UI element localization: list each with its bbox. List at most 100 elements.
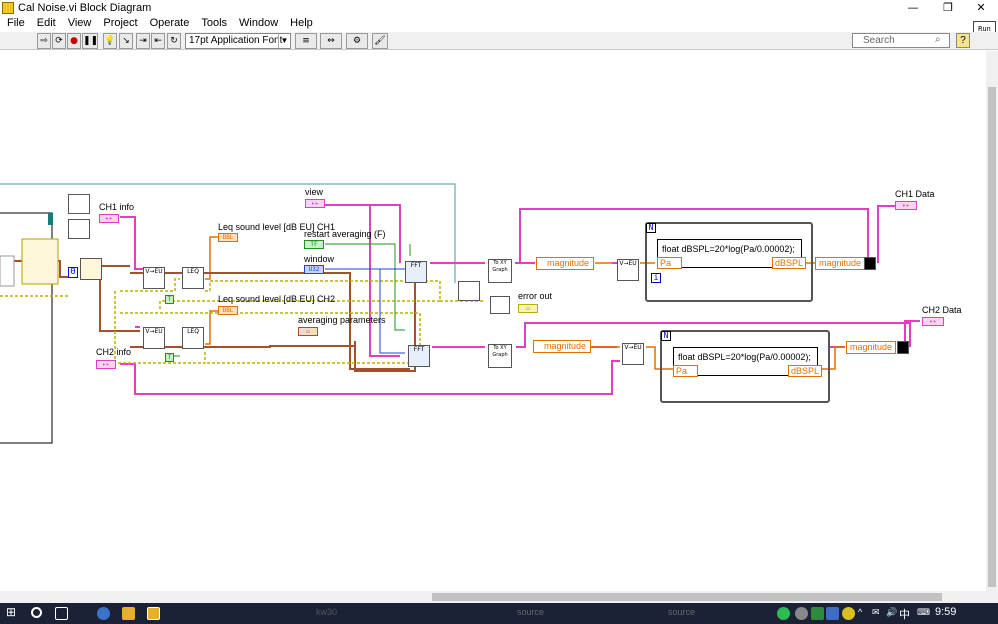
tray-yellow-icon[interactable] <box>842 607 855 620</box>
view-terminal[interactable]: ▸▸ <box>305 199 325 208</box>
leq-ch2-label: Leq sound level [dB EU] CH2 <box>218 294 336 304</box>
restart-averaging-label: restart averaging (F) <box>304 229 386 239</box>
menu-view[interactable]: View <box>62 16 98 29</box>
menu-edit[interactable]: Edit <box>31 16 62 29</box>
formula-text-ch1: float dBSPL=20*log(Pa/0.00002); <box>662 244 795 254</box>
true-constant-ch1[interactable]: T <box>165 295 174 304</box>
toolbar: ⇨ ⟳ ● ❚❚ 💡 ↘ ⇥ ⇤ ↻ 17pt Application Font… <box>0 32 998 50</box>
averaging-parameters-terminal[interactable]: ▭ <box>298 327 318 336</box>
highlight-execution-icon[interactable]: 💡 <box>103 33 117 49</box>
menu-project[interactable]: Project <box>97 16 143 29</box>
window-terminal[interactable]: U32 <box>304 265 324 274</box>
bundle-ch1-node[interactable] <box>864 257 876 270</box>
magnitude-unbundle-ch1[interactable]: magnitude <box>536 257 594 270</box>
tray-blue-icon[interactable] <box>826 607 839 620</box>
fft-node-ch2[interactable]: FFT <box>408 345 430 367</box>
block-diagram-canvas[interactable]: 0 CH1 info ▸▸ CH2 info ▸▸ V→EU LEQ V→EU … <box>0 51 986 591</box>
v-to-eu-node-ch2[interactable]: V→EU <box>143 327 165 349</box>
abort-icon[interactable]: ● <box>67 33 81 49</box>
notification-icon[interactable]: ⌨ <box>917 607 930 618</box>
menu-tools[interactable]: Tools <box>195 16 233 29</box>
search-icon[interactable]: ⌕ <box>935 33 949 48</box>
wechat-icon[interactable] <box>777 607 790 620</box>
formula-output-dbspl-ch2[interactable]: dBSPL <box>788 365 823 377</box>
tray-shield-icon[interactable] <box>811 607 824 620</box>
distribute-objects-icon[interactable]: ⇔ <box>320 33 342 49</box>
vertical-scroll-thumb[interactable] <box>988 87 996 587</box>
taskbar-clock[interactable]: 9:59 <box>935 606 956 618</box>
leq-node-ch2[interactable]: LEQ <box>182 327 204 349</box>
true-constant-ch2[interactable]: T <box>165 353 174 362</box>
run-arrow-icon[interactable]: ⇨ <box>37 33 51 49</box>
cluster-unbundle-ch2[interactable] <box>68 219 90 239</box>
averaging-parameters-label: averaging parameters <box>298 315 386 325</box>
formula-node-ch2[interactable]: float dBSPL=20*log(Pa/0.00002); Pa dBSPL <box>673 347 823 377</box>
menu-window[interactable]: Window <box>233 16 284 29</box>
horizontal-scroll-thumb[interactable] <box>432 593 942 601</box>
help-button[interactable]: ? <box>956 33 970 48</box>
labview-taskbar-icon[interactable] <box>122 607 135 620</box>
menu-file[interactable]: File <box>0 16 31 29</box>
to-xy-graph-ch1[interactable]: To XY Graph <box>488 259 512 283</box>
fft-node-ch1[interactable]: FFT <box>405 261 427 283</box>
ch2-data-indicator[interactable]: ▸▸ <box>922 317 944 326</box>
vertical-scrollbar[interactable] <box>986 51 998 591</box>
volume-icon[interactable]: 🔊 <box>886 607 897 618</box>
reorder-icon[interactable]: ⚙ <box>346 33 368 49</box>
restore-button[interactable]: ❐ <box>933 0 963 16</box>
font-selector[interactable]: 17pt Application Font ▼ <box>185 33 291 49</box>
taskbar-item-2: source <box>668 607 696 617</box>
ch1-info-terminal[interactable]: ▸▸ <box>99 214 119 223</box>
pause-icon[interactable]: ❚❚ <box>82 33 98 49</box>
to-xy-graph-ch2[interactable]: To XY Graph <box>488 344 512 368</box>
close-button[interactable]: ✕ <box>966 0 996 16</box>
magnitude-bundle-ch2[interactable]: magnitude <box>846 341 896 354</box>
retain-wire-values-icon[interactable]: ↘ <box>119 33 133 49</box>
magnitude-unbundle-ch2[interactable]: magnitude <box>533 340 591 353</box>
eu-convert-node-ch2[interactable]: V→EU <box>622 343 644 365</box>
step-into-icon[interactable]: ⇥ <box>136 33 150 49</box>
labview-diagram-taskbar-icon[interactable] <box>147 607 160 620</box>
bundle-ch2-node[interactable] <box>897 341 909 354</box>
tray-app-icon[interactable] <box>795 607 808 620</box>
menu-operate[interactable]: Operate <box>144 16 196 29</box>
v-to-eu-node-ch1[interactable]: V→EU <box>143 267 165 289</box>
search-circle-icon[interactable] <box>31 607 42 618</box>
build-cluster-node[interactable] <box>80 258 102 280</box>
magnitude-bundle-ch1[interactable]: magnitude <box>815 257 865 270</box>
numeric-constant-zero[interactable]: 0 <box>68 267 78 278</box>
error-unbundle-node[interactable] <box>458 281 480 301</box>
leq-ch1-indicator[interactable]: DBL <box>218 233 238 242</box>
windows-start-icon[interactable]: ⊞ <box>6 605 19 619</box>
formula-input-pa-ch2[interactable]: Pa <box>673 365 699 377</box>
restart-averaging-terminal[interactable]: TF <box>304 240 324 249</box>
formula-output-dbspl-ch1[interactable]: dBSPL <box>772 257 807 269</box>
step-over-icon[interactable]: ⇤ <box>151 33 165 49</box>
chevron-down-icon: ▼ <box>278 34 290 48</box>
merge-errors-node[interactable] <box>490 296 510 314</box>
ch1-data-indicator[interactable]: ▸▸ <box>895 201 917 210</box>
clean-up-diagram-icon[interactable]: 🖌 <box>372 33 388 49</box>
run-continuously-icon[interactable]: ⟳ <box>52 33 66 49</box>
leq-node-ch1[interactable]: LEQ <box>182 267 204 289</box>
network-icon[interactable]: ✉ <box>872 607 880 618</box>
formula-input-pa-ch1[interactable]: Pa <box>657 257 683 269</box>
formula-node-ch1[interactable]: float dBSPL=20*log(Pa/0.00002); Pa dBSPL <box>657 239 807 269</box>
step-out-icon[interactable]: ↻ <box>167 33 181 49</box>
error-out-terminal[interactable]: ▭ <box>518 304 538 313</box>
leq-ch2-indicator[interactable]: DBL <box>218 306 238 315</box>
eu-convert-node-ch1[interactable]: V→EU <box>617 259 639 281</box>
minimize-button[interactable]: — <box>898 0 928 16</box>
loop-n-terminal-ch1[interactable]: N <box>646 223 656 233</box>
window-title: Cal Noise.vi Block Diagram <box>18 2 152 14</box>
cluster-unbundle-ch1[interactable] <box>68 194 90 214</box>
ch2-info-terminal[interactable]: ▸▸ <box>96 360 116 369</box>
ime-indicator[interactable]: 中 <box>899 606 910 622</box>
chevron-up-icon[interactable]: ^ <box>858 607 862 617</box>
loop-n-terminal-ch2[interactable]: N <box>661 331 671 341</box>
browser-icon[interactable] <box>97 607 110 620</box>
menu-help[interactable]: Help <box>284 16 319 29</box>
align-objects-icon[interactable]: ≡ <box>295 33 317 49</box>
task-view-icon[interactable] <box>55 607 68 620</box>
horizontal-scrollbar[interactable] <box>0 591 998 603</box>
